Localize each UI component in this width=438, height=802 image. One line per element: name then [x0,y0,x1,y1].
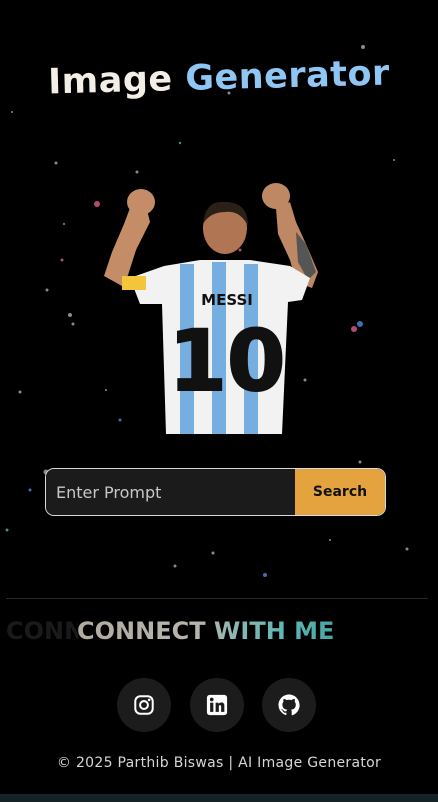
github-button[interactable] [262,678,316,732]
jersey-name: MESSI [201,291,253,309]
footer-copyright: © 2025 Parthib Biswas | AI Image Generat… [56,755,382,771]
bottom-bar [0,794,438,802]
prompt-search-bar: Search [45,468,386,516]
linkedin-icon [206,694,228,716]
title-word-generator: Generator [184,53,391,99]
prompt-input[interactable] [46,469,295,515]
connect-heading-shadow: CONNECT WITH ME [6,617,78,645]
jersey-number: 10 [169,312,286,410]
hero-image-player: MESSI 10 [104,183,318,434]
footer-divider [6,598,428,599]
search-button[interactable]: Search [295,469,385,515]
instagram-icon [134,695,154,715]
instagram-button[interactable] [117,678,171,732]
github-icon [278,694,300,716]
linkedin-button[interactable] [190,678,244,732]
connect-heading: CONNECT WITH ME [77,617,335,645]
title-word-image: Image [47,59,174,103]
